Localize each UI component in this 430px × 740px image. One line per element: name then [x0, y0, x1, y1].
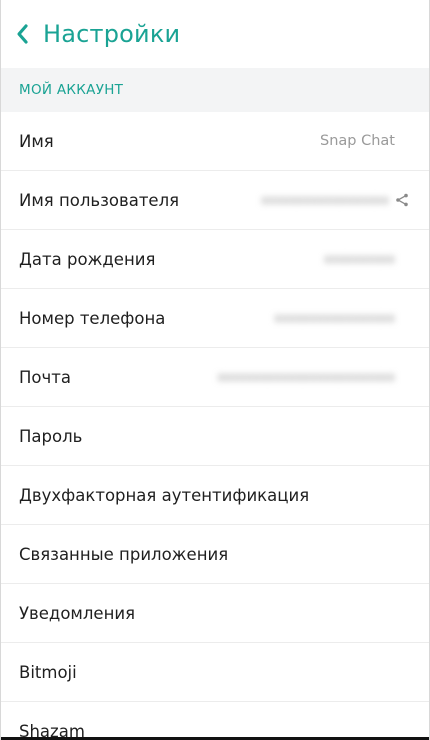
page-title: Настройки: [43, 20, 181, 48]
row-label: Номер телефона: [19, 308, 166, 328]
row-label: Пароль: [19, 426, 83, 446]
redacted-value: xxxxxxxxxx: [323, 252, 395, 266]
row-value: xxxxxxxxxxxxxxxxx: [274, 311, 395, 325]
redacted-value: xxxxxxxxxxxxxxxxx: [274, 311, 395, 325]
settings-row-username[interactable]: Имя пользователя xxxxxxxxxxxxxxxxxx: [1, 171, 429, 230]
row-value: xxxxxxxxxxxxxxxxxx: [261, 193, 408, 207]
row-value: Snap Chat: [320, 133, 395, 149]
row-value: xxxxxxxxxxxxxxxxxxxxxxxxx: [217, 370, 395, 384]
row-label: Двухфакторная аутентификация: [19, 485, 310, 505]
name-value: Snap Chat: [320, 133, 395, 149]
settings-list: Имя Snap Chat Имя пользователя xxxxxxxxx…: [1, 112, 429, 740]
share-icon[interactable]: [395, 193, 409, 207]
chevron-left-icon: [17, 24, 28, 44]
row-value: xxxxxxxxxx: [324, 252, 395, 266]
settings-row-bitmoji[interactable]: Bitmoji: [1, 643, 429, 702]
settings-screen: Настройки МОЙ АККАУНТ Имя Snap Chat Имя …: [0, 0, 430, 740]
row-label: Bitmoji: [19, 662, 77, 682]
row-label: Почта: [19, 367, 71, 387]
settings-row-shazam[interactable]: Shazam: [1, 702, 429, 740]
header: Настройки: [1, 0, 429, 68]
row-label: Имя: [19, 131, 54, 151]
redacted-value: xxxxxxxxxxxxxxxxxx: [261, 193, 389, 207]
settings-row-notifications[interactable]: Уведомления: [1, 584, 429, 643]
settings-row-two-factor[interactable]: Двухфакторная аутентификация: [1, 466, 429, 525]
settings-row-connected-apps[interactable]: Связанные приложения: [1, 525, 429, 584]
settings-row-phone[interactable]: Номер телефона xxxxxxxxxxxxxxxxx: [1, 289, 429, 348]
settings-row-email[interactable]: Почта xxxxxxxxxxxxxxxxxxxxxxxxx: [1, 348, 429, 407]
row-label: Имя пользователя: [19, 190, 180, 210]
settings-row-birthdate[interactable]: Дата рождения xxxxxxxxxx: [1, 230, 429, 289]
row-label: Связанные приложения: [19, 544, 229, 564]
settings-row-name[interactable]: Имя Snap Chat: [1, 112, 429, 171]
section-header-my-account: МОЙ АККАУНТ: [1, 68, 429, 112]
row-label: Уведомления: [19, 603, 136, 623]
redacted-value: xxxxxxxxxxxxxxxxxxxxxxxxx: [217, 370, 395, 384]
row-label: Дата рождения: [19, 249, 156, 269]
settings-row-password[interactable]: Пароль: [1, 407, 429, 466]
back-button[interactable]: [15, 23, 29, 45]
